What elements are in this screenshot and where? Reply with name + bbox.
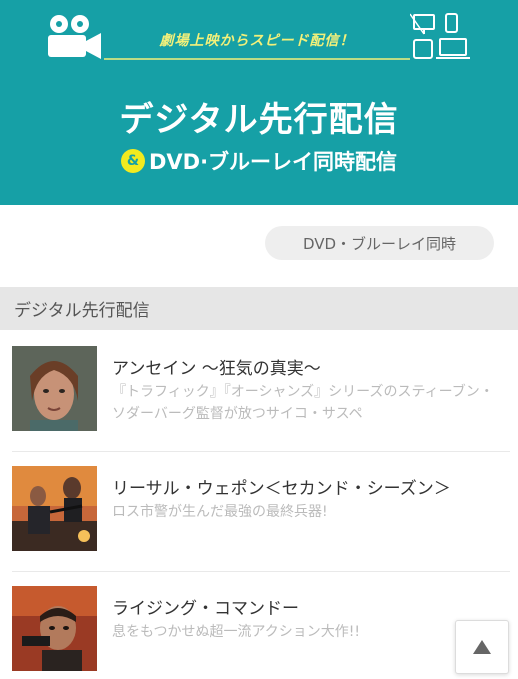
tagline-underline (104, 58, 410, 60)
ampersand-badge: & (120, 149, 145, 173)
poster-thumbnail (12, 586, 97, 671)
list-item[interactable]: ライジング・コマンドー 息をもつかせぬ超一流アクション大作!! (12, 572, 510, 672)
list-item[interactable]: アンセイン 〜狂気の真実〜 『トラフィック』『オーシャンズ』シリーズのスティーブ… (12, 332, 510, 432)
item-title: アンセイン 〜狂気の真実〜 (112, 359, 321, 379)
hero-banner: 劇場上映からスピード配信！ デジタル先行配信 & DVD·ブルーレイ同時配信 (0, 0, 518, 205)
hero-subtitle-row: & DVD·ブルーレイ同時配信 (0, 146, 518, 176)
hero-subtitle: DVD·ブルーレイ同時配信 (148, 150, 398, 174)
item-description: ロス市警が生んだ最強の最終兵器! (112, 504, 328, 520)
item-title: ライジング・コマンドー (112, 599, 299, 619)
movie-camera-icon (48, 15, 101, 59)
page-top-button[interactable] (455, 620, 509, 674)
hero-tagline: 劇場上映からスピード配信！ (159, 33, 355, 49)
hero-title: デジタル先行配信 (119, 100, 399, 140)
item-description: 息をもつかせぬ超一流アクション大作!! (112, 624, 360, 640)
section-header: デジタル先行配信 (0, 287, 518, 330)
filter-dvd-bluray-button[interactable]: DVD・ブルーレイ同時 (265, 226, 494, 260)
devices-icon (410, 13, 470, 59)
poster-thumbnail (12, 346, 97, 431)
list-item[interactable]: リーサル・ウェポン＜セカンド・シーズン＞ ロス市警が生んだ最強の最終兵器! (12, 452, 510, 552)
item-description: 『トラフィック』『オーシャンズ』シリーズのスティーブン・ソダーバーグ監督が放つサ… (112, 384, 494, 422)
up-arrow-icon (473, 640, 491, 654)
item-title: リーサル・ウェポン＜セカンド・シーズン＞ (112, 479, 451, 499)
poster-thumbnail (12, 466, 97, 551)
